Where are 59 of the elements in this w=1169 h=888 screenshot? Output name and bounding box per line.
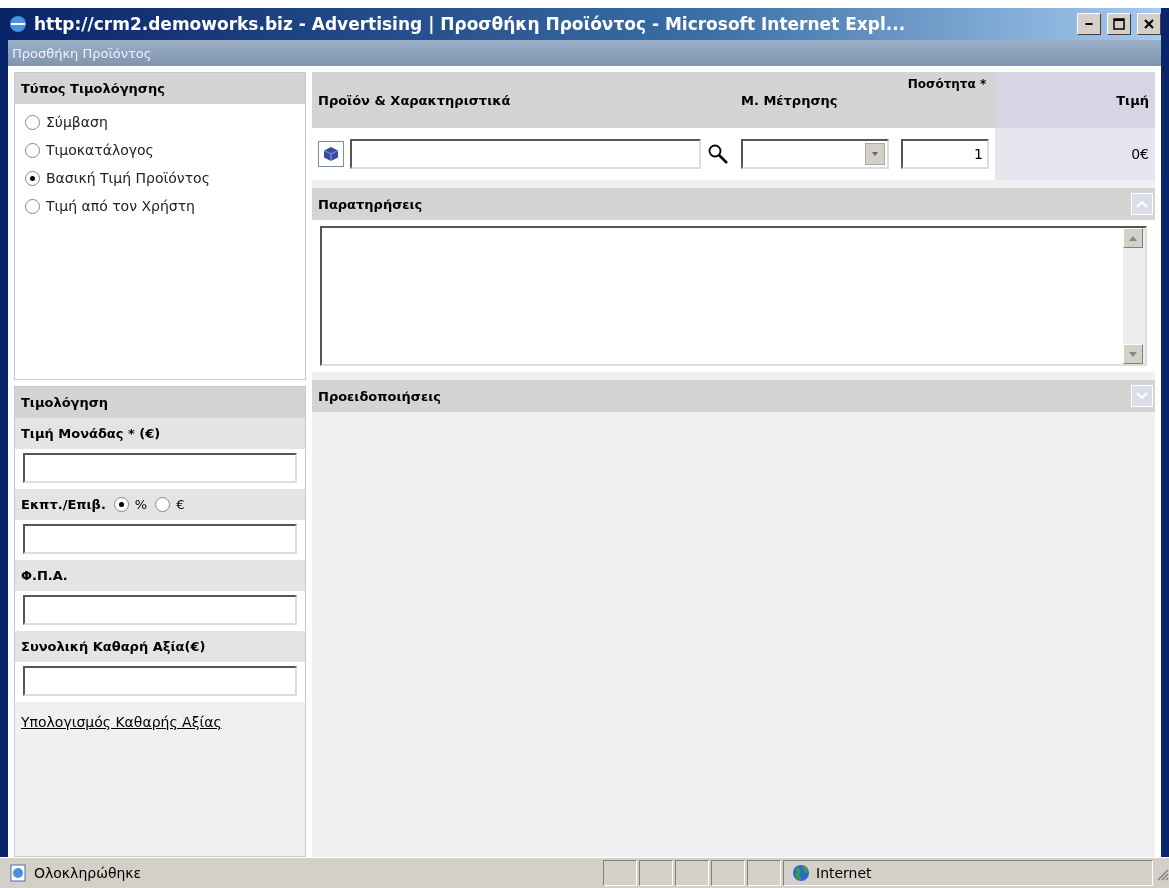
window-title: http://crm2.demoworks.biz - Advertising | Προσθήκη Προϊόντος - Microsoft Internet Expl...	[34, 14, 907, 34]
section-title: Προειδοποιήσεις	[318, 388, 441, 404]
radio-button[interactable]	[113, 497, 129, 512]
input-field[interactable]	[23, 453, 297, 483]
panel-heading: Τιμολόγηση	[15, 387, 305, 418]
unit-dropdown[interactable]	[741, 139, 889, 169]
close-icon	[1144, 19, 1154, 29]
radio-button[interactable]	[25, 170, 40, 186]
remarks-field[interactable]	[320, 226, 1147, 366]
price-cell: 0€	[995, 128, 1155, 180]
status-text: Ολοκληρώθηκε	[34, 865, 142, 881]
radio-button[interactable]	[25, 114, 40, 130]
field-label: Τιμή Μονάδας * (€)	[21, 426, 161, 441]
input-field[interactable]	[23, 595, 297, 625]
status-panel	[747, 860, 781, 886]
input-field[interactable]	[23, 524, 297, 554]
column-header: Προϊόν & Χαρακτηριστικά	[312, 72, 735, 128]
scroll-up-icon	[1129, 235, 1137, 241]
status-panel	[711, 860, 745, 886]
radio-label: %	[134, 497, 148, 512]
radio-label: Βασική Τιμή Προϊόντος	[46, 170, 210, 186]
scrollbar[interactable]	[1123, 228, 1145, 364]
dialog-title: Προσθήκη Προϊόντος	[12, 45, 152, 61]
field-label: Συνολική Καθαρή Αξία(€)	[21, 639, 206, 654]
field-label: Εκπτ./Επιβ.	[21, 497, 106, 512]
zone-text: Internet	[816, 865, 872, 881]
globe-icon	[792, 864, 810, 882]
browser-icon	[8, 14, 28, 34]
column-header: Ποσότητα *	[906, 76, 988, 92]
radio-label: Τιμή από τον Χρήστη	[46, 198, 195, 214]
page-icon	[8, 863, 28, 883]
maximize-button[interactable]	[1107, 13, 1131, 35]
maximize-icon	[1113, 18, 1125, 30]
radio-label: Σύμβαση	[46, 114, 108, 130]
radio-button[interactable]	[155, 497, 171, 512]
column-header: Τιμή	[995, 72, 1155, 128]
field-label: Φ.Π.Α.	[21, 568, 68, 583]
close-button[interactable]	[1137, 13, 1161, 35]
search-icon	[707, 143, 729, 165]
product-button[interactable]	[318, 141, 344, 167]
radio-label: Τιμοκατάλογος	[46, 142, 154, 158]
scroll-down-icon	[1129, 351, 1137, 357]
status-panel	[639, 860, 673, 886]
radio-button[interactable]	[25, 142, 40, 158]
caret-icon	[872, 152, 878, 156]
column-header: Μ. Μέτρησης	[735, 72, 895, 128]
calculate-link[interactable]: Υπολογισμός Καθαρής Αξίας	[21, 714, 299, 730]
status-panel	[675, 860, 709, 886]
minimize-button[interactable]	[1077, 13, 1101, 35]
radio-label: €	[176, 497, 185, 512]
radio-button[interactable]	[25, 198, 40, 214]
panel-heading: Τύπος Τιμολόγησης	[15, 73, 305, 104]
cube-icon	[323, 146, 339, 162]
input-field[interactable]	[23, 666, 297, 696]
section-title: Παρατηρήσεις	[318, 196, 423, 212]
quantity-field[interactable]: 1	[901, 139, 989, 169]
status-panel	[603, 860, 637, 886]
product-field[interactable]	[350, 139, 701, 169]
minimize-icon	[1085, 23, 1093, 25]
